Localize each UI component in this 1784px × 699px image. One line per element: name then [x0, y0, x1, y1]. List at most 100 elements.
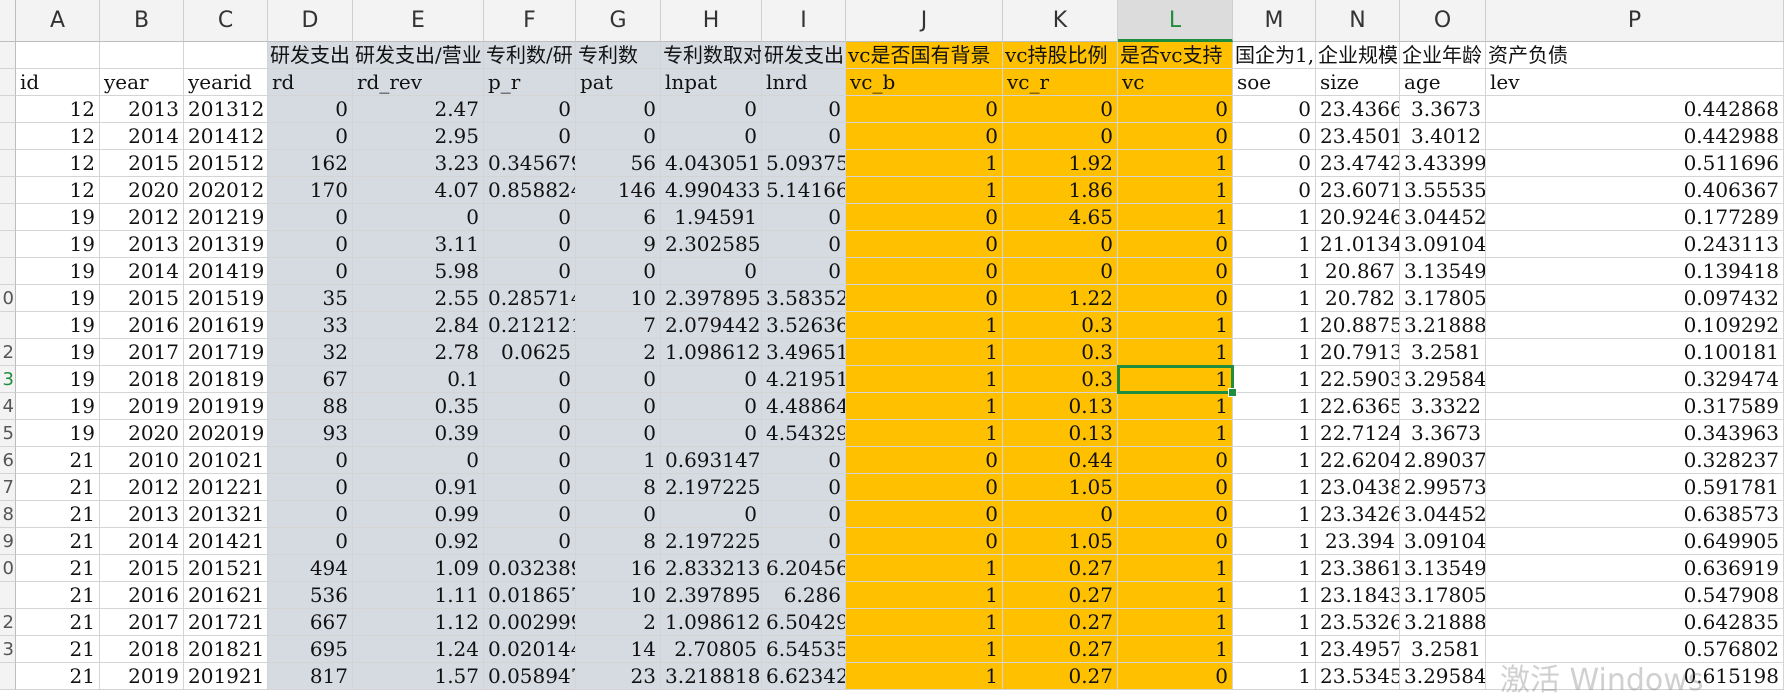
data-cell[interactable]: 0	[846, 258, 1003, 285]
data-cell[interactable]: 4.07	[353, 177, 484, 204]
header-label-cell[interactable]	[16, 42, 100, 69]
data-cell[interactable]: 146	[576, 177, 661, 204]
data-cell[interactable]: 3.4012	[1400, 123, 1486, 150]
row-header[interactable]	[0, 231, 16, 258]
data-cell[interactable]: 201512	[184, 150, 268, 177]
data-cell[interactable]: 0	[484, 393, 576, 420]
data-cell[interactable]: 1	[1233, 393, 1316, 420]
header-label-cell[interactable]	[100, 42, 184, 69]
active-cell[interactable]: 1	[1117, 365, 1234, 394]
column-header-f[interactable]: F	[484, 0, 576, 42]
data-cell[interactable]: 0.329474	[1486, 366, 1784, 393]
data-cell[interactable]: 19	[16, 204, 100, 231]
variable-name-cell[interactable]: yearid	[184, 69, 268, 96]
column-header-i[interactable]: I	[762, 0, 846, 42]
data-cell[interactable]: 0	[846, 474, 1003, 501]
data-cell[interactable]: 0	[484, 204, 576, 231]
data-cell[interactable]: 0.243113	[1486, 231, 1784, 258]
data-cell[interactable]: 0	[268, 528, 353, 555]
data-cell[interactable]: 3.3673	[1400, 96, 1486, 123]
data-cell[interactable]: 3.2581	[1400, 636, 1486, 663]
data-cell[interactable]: 201619	[184, 312, 268, 339]
data-cell[interactable]: 201319	[184, 231, 268, 258]
data-cell[interactable]: 1	[1118, 150, 1233, 177]
data-cell[interactable]: 3.52636	[762, 312, 846, 339]
data-cell[interactable]: 8	[576, 474, 661, 501]
data-cell[interactable]: 23.6071	[1316, 177, 1400, 204]
data-cell[interactable]: 2.70805	[661, 636, 762, 663]
data-cell[interactable]: 2020	[100, 177, 184, 204]
data-cell[interactable]: 0	[762, 258, 846, 285]
data-cell[interactable]: 1	[1233, 339, 1316, 366]
variable-name-cell[interactable]: rd	[268, 69, 353, 96]
data-cell[interactable]: 2.55	[353, 285, 484, 312]
data-cell[interactable]: 1	[1233, 366, 1316, 393]
data-cell[interactable]: 22.6204	[1316, 447, 1400, 474]
data-cell[interactable]: 1	[1118, 582, 1233, 609]
row-header[interactable]: 3	[0, 366, 16, 393]
column-header-m[interactable]: M	[1233, 0, 1316, 42]
data-cell[interactable]: 9	[576, 231, 661, 258]
data-cell[interactable]: 2.78	[353, 339, 484, 366]
data-cell[interactable]: 0.44	[1003, 447, 1118, 474]
data-cell[interactable]: 201519	[184, 285, 268, 312]
row-header[interactable]: 8	[0, 501, 16, 528]
row-header[interactable]	[0, 69, 16, 96]
data-cell[interactable]: 0	[1233, 150, 1316, 177]
data-cell[interactable]: 3.04452	[1400, 501, 1486, 528]
data-cell[interactable]: 1	[846, 150, 1003, 177]
data-cell[interactable]: 1	[1233, 636, 1316, 663]
data-cell[interactable]: 0	[661, 420, 762, 447]
data-cell[interactable]: 0	[661, 123, 762, 150]
data-cell[interactable]: 0.511696	[1486, 150, 1784, 177]
data-cell[interactable]: 88	[268, 393, 353, 420]
data-cell[interactable]: 4.990433	[661, 177, 762, 204]
header-label-cell[interactable]: 研发支出/营业	[353, 42, 484, 69]
column-header-d[interactable]: D	[268, 0, 353, 42]
data-cell[interactable]: 170	[268, 177, 353, 204]
variable-name-cell[interactable]: pat	[576, 69, 661, 96]
column-header-c[interactable]: C	[184, 0, 268, 42]
data-cell[interactable]: 0	[762, 123, 846, 150]
data-cell[interactable]: 201719	[184, 339, 268, 366]
data-cell[interactable]: 0	[353, 447, 484, 474]
variable-name-cell[interactable]: id	[16, 69, 100, 96]
data-cell[interactable]: 19	[16, 231, 100, 258]
data-cell[interactable]: 21.0134	[1316, 231, 1400, 258]
data-cell[interactable]: 21	[16, 528, 100, 555]
data-cell[interactable]: 12	[16, 96, 100, 123]
row-header[interactable]	[0, 204, 16, 231]
data-cell[interactable]: 67	[268, 366, 353, 393]
row-header[interactable]: 0	[0, 285, 16, 312]
column-header-p[interactable]: P	[1486, 0, 1784, 42]
data-cell[interactable]: 0	[762, 96, 846, 123]
header-label-cell[interactable]: 专利数	[576, 42, 661, 69]
variable-name-cell[interactable]: lnpat	[661, 69, 762, 96]
data-cell[interactable]: 0	[484, 231, 576, 258]
data-cell[interactable]: 0	[268, 501, 353, 528]
data-cell[interactable]: 21	[16, 609, 100, 636]
data-cell[interactable]: 6.62342	[762, 663, 846, 690]
data-cell[interactable]: 0	[846, 231, 1003, 258]
data-cell[interactable]: 1	[1233, 258, 1316, 285]
row-header[interactable]	[0, 258, 16, 285]
data-cell[interactable]: 32	[268, 339, 353, 366]
data-cell[interactable]: 0	[762, 501, 846, 528]
variable-name-cell[interactable]: vc_r	[1003, 69, 1118, 96]
header-label-cell[interactable]: 国企为1,	[1233, 42, 1316, 69]
data-cell[interactable]: 2014	[100, 528, 184, 555]
data-cell[interactable]: 3.55535	[1400, 177, 1486, 204]
data-cell[interactable]: 0	[1118, 501, 1233, 528]
data-cell[interactable]: 1	[1233, 312, 1316, 339]
data-cell[interactable]: 2.47	[353, 96, 484, 123]
data-cell[interactable]: 21	[16, 582, 100, 609]
column-header-a[interactable]: A	[16, 0, 100, 42]
data-cell[interactable]: 1	[1118, 636, 1233, 663]
data-cell[interactable]: 0.13	[1003, 393, 1118, 420]
variable-name-cell[interactable]: vc	[1118, 69, 1233, 96]
data-cell[interactable]: 23.4366	[1316, 96, 1400, 123]
data-cell[interactable]: 6.286	[762, 582, 846, 609]
data-cell[interactable]: 0	[762, 231, 846, 258]
data-cell[interactable]: 0.858824	[484, 177, 576, 204]
data-cell[interactable]: 23.4742	[1316, 150, 1400, 177]
